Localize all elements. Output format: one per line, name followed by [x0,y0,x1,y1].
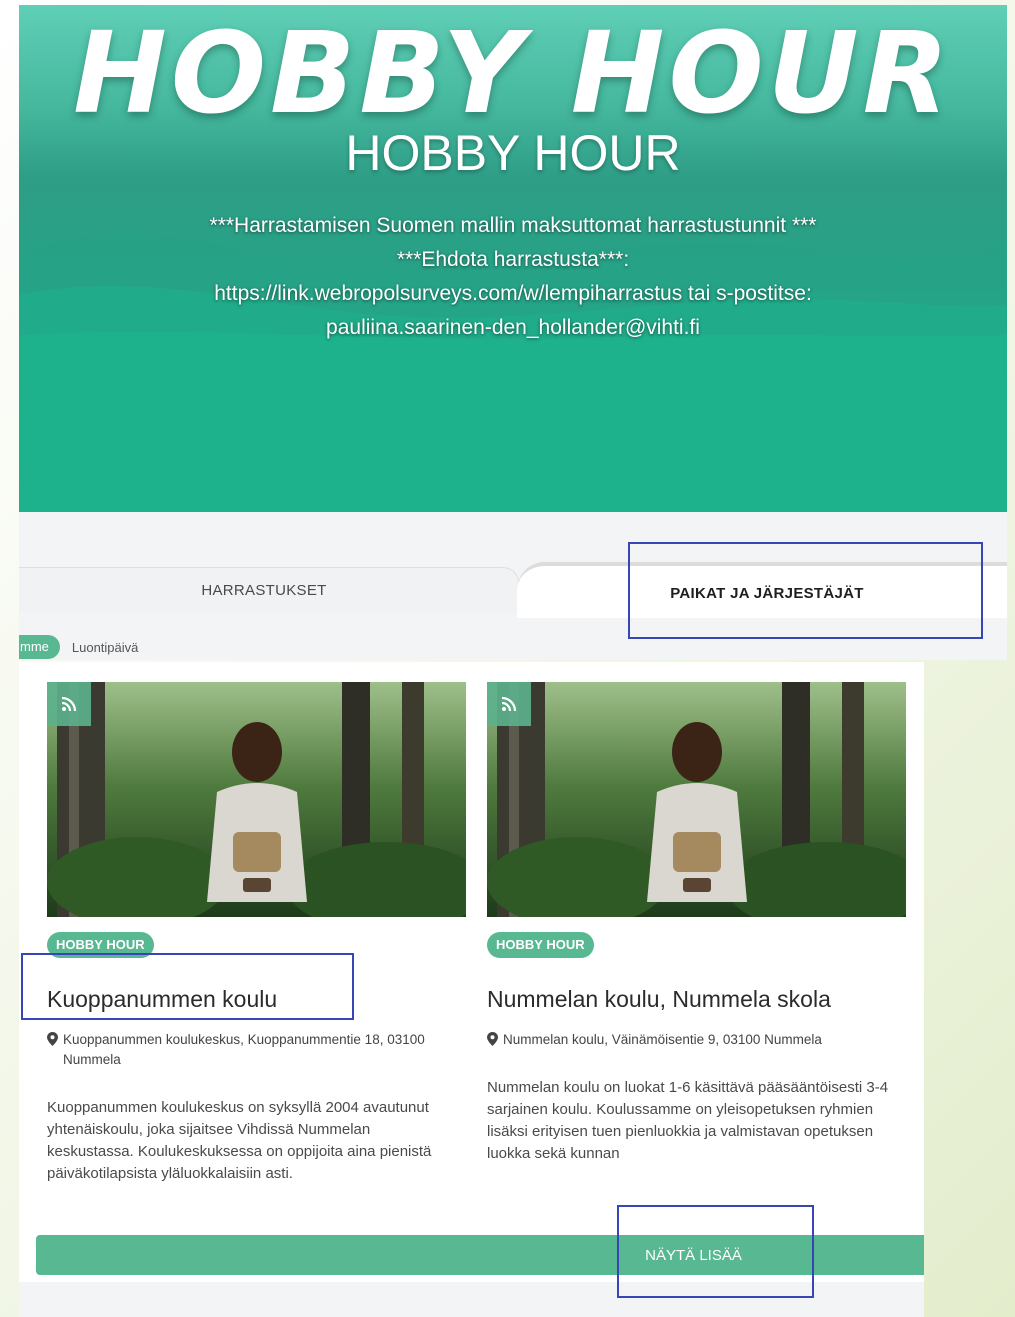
tab-bar: HARRASTUKSET PAIKAT JA JÄRJESTÄJÄT mme L… [19,512,1007,660]
page-footer-strip [19,1282,924,1317]
card-description: Kuoppanummen koulukeskus on syksyllä 200… [47,1099,432,1182]
category-tag[interactable]: HOBBY HOUR [487,932,594,958]
page-title: HOBBY HOUR [345,125,681,181]
hero-contact-email[interactable]: pauliina.saarinen-den_hollander@vihti.fi [19,313,1007,343]
rss-icon[interactable] [47,682,91,726]
map-pin-icon [47,1032,58,1046]
place-card[interactable]: HOBBY HOUR Nummelan koulu, Nummela skola… [487,682,906,1162]
card-address: Nummelan koulu, Väinämöisentie 9, 03100 … [487,1030,906,1050]
card-image[interactable] [47,682,466,917]
hero-banner: HOBBY HOUR HOBBY HOUR ***Harrastamisen S… [19,5,1007,512]
top-screenshot: HOBBY HOUR HOBBY HOUR ***Harrastamisen S… [19,5,1007,660]
address-text: Nummelan koulu, Väinämöisentie 9, 03100 … [503,1032,822,1047]
card-description: Nummelan koulu on luokat 1-6 käsittävä p… [487,1079,889,1162]
card-address: Kuoppanummen koulukeskus, Kuoppanummenti… [47,1030,466,1070]
map-pin-icon [487,1032,498,1046]
card-title[interactable]: Kuoppanummen koulu [47,984,277,1014]
rss-icon[interactable] [487,682,531,726]
tab-paikat-ja-jarjestajat[interactable]: PAIKAT JA JÄRJESTÄJÄT [517,562,1007,618]
tab-harrastukset[interactable]: HARRASTUKSET [19,567,519,613]
bottom-screenshot: HOBBY HOUR Kuoppanummen koulu Kuoppanumm… [19,662,924,1317]
category-tag[interactable]: HOBBY HOUR [47,932,154,958]
sort-option[interactable]: Luontipäivä [72,640,139,655]
filter-chip[interactable]: mme [19,635,60,659]
filter-row: mme Luontipäivä [19,634,138,660]
hobby-hour-logo: HOBBY HOUR [73,9,953,139]
card-image[interactable] [487,682,906,917]
hero-suggest-line: ***Ehdota harrastusta***: [396,248,630,271]
hero-intro-line: ***Harrastamisen Suomen mallin maksuttom… [209,214,817,237]
place-card[interactable]: HOBBY HOUR Kuoppanummen koulu Kuoppanumm… [47,682,466,1182]
address-text: Kuoppanummen koulukeskus, Kuoppanummenti… [63,1032,425,1067]
card-title[interactable]: Nummelan koulu, Nummela skola [487,984,831,1014]
hero-survey-link[interactable]: https://link.webropolsurveys.com/w/lempi… [19,279,1007,309]
show-more-button[interactable]: NÄYTÄ LISÄÄ [36,1235,924,1275]
